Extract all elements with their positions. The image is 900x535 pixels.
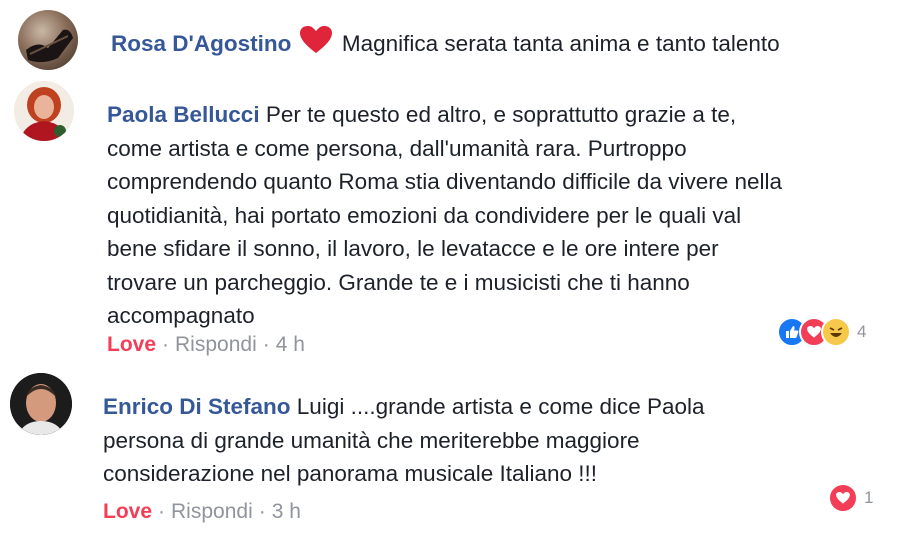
author-name[interactable]: Enrico Di Stefano xyxy=(103,394,291,419)
love-reaction-icon xyxy=(828,483,858,513)
timestamp[interactable]: 3 h xyxy=(272,500,301,523)
reaction-count[interactable]: 1 xyxy=(864,488,873,508)
separator-dot: · xyxy=(158,500,166,523)
comment-body: Enrico Di Stefano Luigi ....grande artis… xyxy=(103,390,883,491)
comment-text-line: considerazione nel panorama musicale Ita… xyxy=(103,461,598,486)
reply-link[interactable]: Rispondi xyxy=(171,500,253,523)
avatar[interactable] xyxy=(10,373,72,435)
comment-text-line: persona di grande umanità che meriterebb… xyxy=(103,427,640,453)
love-reaction-link[interactable]: Love xyxy=(103,500,152,523)
comment-text-line: Luigi ....grande artista e come dice Pao… xyxy=(296,394,705,419)
separator-dot: · xyxy=(258,500,266,523)
comment-enrico: Enrico Di Stefano Luigi ....grande artis… xyxy=(0,0,900,535)
comment-actions: Love · Rispondi · 3 h xyxy=(103,500,301,524)
reaction-summary[interactable]: 1 xyxy=(828,483,873,513)
man-avatar-image xyxy=(10,373,72,435)
